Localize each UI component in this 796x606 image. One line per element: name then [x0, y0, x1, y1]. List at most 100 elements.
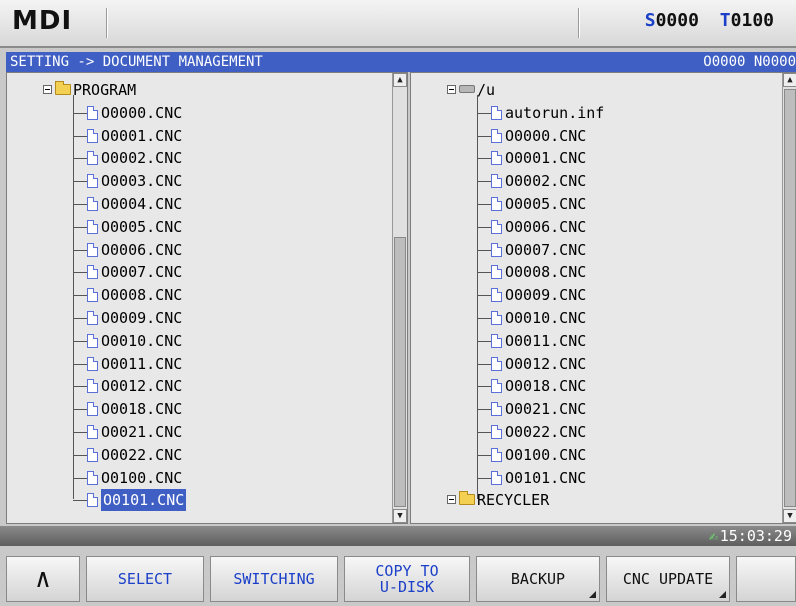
file-item[interactable]: O0021.CNC [7, 421, 367, 443]
file-item[interactable]: O0007.CNC [7, 261, 367, 283]
file-item[interactable]: O0018.CNC [7, 398, 367, 420]
tool-prefix: T [719, 10, 731, 31]
program-number: O0000 N0000 [703, 54, 796, 70]
scroll-thumb[interactable] [784, 89, 796, 507]
blank-softkey[interactable] [736, 556, 796, 602]
udisk-file-tree[interactable]: /u autorun.inf O0000.CNC O0001.CNC O0002.CNC… [410, 72, 796, 524]
file-name: O0022.CNC [505, 423, 587, 441]
tree-root[interactable]: PROGRAM [7, 79, 367, 101]
file-icon [87, 425, 98, 439]
file-name: autorun.inf [505, 103, 605, 122]
file-item[interactable]: O0010.CNC [411, 307, 771, 329]
file-item[interactable]: O0009.CNC [7, 307, 367, 329]
file-item[interactable]: O0018.CNC [411, 375, 771, 397]
tree-branch [73, 318, 87, 319]
file-item[interactable]: O0101.CNC [411, 467, 771, 489]
file-icon [87, 242, 98, 257]
tree-branch [73, 363, 87, 365]
file-icon [491, 197, 502, 211]
file-item[interactable]: O0012.CNC [411, 353, 771, 375]
file-icon [491, 379, 502, 394]
file-item[interactable]: O0022.CNC [7, 444, 367, 466]
file-item[interactable]: O0100.CNC [411, 444, 771, 466]
collapse-toggle-icon[interactable] [447, 85, 456, 94]
backup-softkey[interactable]: BACKUP [476, 556, 600, 602]
tree-branch [73, 204, 87, 205]
return-softkey[interactable]: ∧ [6, 556, 80, 602]
file-item[interactable]: O0021.CNC [411, 398, 771, 420]
file-item[interactable]: O0012.CNC [7, 375, 367, 397]
cnc-update-softkey[interactable]: CNC UPDATE [606, 556, 730, 602]
file-item[interactable]: O0004.CNC [7, 193, 367, 215]
file-item[interactable]: O0009.CNC [411, 284, 771, 306]
scroll-thumb[interactable] [394, 237, 406, 507]
file-name: O0006.CNC [505, 217, 587, 236]
file-icon [87, 402, 98, 417]
file-item[interactable]: O0010.CNC [7, 330, 367, 352]
file-item[interactable]: autorun.inf [411, 102, 771, 124]
file-item[interactable]: O0006.CNC [7, 239, 367, 261]
file-icon [87, 265, 98, 280]
file-item[interactable]: O0011.CNC [411, 330, 771, 352]
tree-branch [477, 318, 491, 319]
cnc-file-tree[interactable]: PROGRAM O0000.CNC O0001.CNC O0002.CNC O0003.… [6, 72, 408, 524]
clock-time: 15:03:29 [719, 527, 792, 545]
file-icon [491, 242, 502, 257]
file-item[interactable]: O0001.CNC [411, 147, 771, 169]
file-name: O0008.CNC [101, 286, 183, 305]
file-item[interactable]: O0000.CNC [411, 125, 771, 147]
tree-branch [73, 386, 87, 388]
file-item[interactable]: O0005.CNC [7, 216, 367, 238]
select-softkey[interactable]: SELECT [86, 556, 204, 602]
tree-branch [477, 158, 491, 160]
file-name: O0010.CNC [505, 309, 587, 327]
file-name: O0012.CNC [101, 377, 183, 396]
copy-to-udisk-softkey[interactable]: COPY TO U-DISK [344, 556, 470, 602]
file-name: O0100.CNC [101, 468, 183, 487]
tree-branch [73, 409, 87, 411]
file-item[interactable]: O0002.CNC [411, 170, 771, 192]
file-icon [491, 402, 502, 417]
file-item[interactable]: O0008.CNC [7, 284, 367, 306]
file-icon [491, 311, 502, 325]
file-item[interactable]: O0011.CNC [7, 353, 367, 375]
file-icon [87, 379, 98, 394]
folder-icon [459, 491, 475, 506]
file-item[interactable]: O0002.CNC [7, 147, 367, 169]
file-item[interactable]: O0000.CNC [7, 102, 367, 124]
file-name: O0009.CNC [505, 286, 587, 305]
scroll-down-button[interactable]: ▼ [783, 509, 796, 523]
file-name: O0018.CNC [101, 400, 183, 419]
file-name: O0004.CNC [101, 195, 183, 213]
folder-item[interactable]: RECYCLER [411, 489, 771, 511]
file-item[interactable]: O0008.CNC [411, 261, 771, 283]
tree-branch [477, 249, 491, 251]
tree-branch [73, 112, 87, 114]
file-item[interactable]: O0101.CNC [7, 489, 367, 512]
tree-root[interactable]: /u [411, 79, 771, 101]
file-name: O0007.CNC [505, 240, 587, 259]
collapse-toggle-icon[interactable] [43, 85, 52, 94]
file-item[interactable]: O0007.CNC [411, 239, 771, 261]
file-name: O0021.CNC [101, 423, 183, 441]
file-icon [491, 470, 502, 485]
tree-branch [73, 249, 87, 251]
file-item[interactable]: O0003.CNC [7, 170, 367, 192]
vertical-scrollbar[interactable]: ▲ ▼ [392, 73, 407, 523]
scroll-up-button[interactable]: ▲ [393, 73, 407, 87]
tree-branch [73, 340, 87, 342]
expand-toggle-icon[interactable] [447, 495, 456, 505]
scroll-down-button[interactable]: ▼ [393, 509, 407, 523]
file-item[interactable]: O0022.CNC [411, 421, 771, 443]
file-item[interactable]: O0001.CNC [7, 125, 367, 147]
file-icon [87, 128, 98, 143]
switching-softkey[interactable]: SWITCHING [210, 556, 338, 602]
scroll-up-button[interactable]: ▲ [783, 73, 796, 87]
file-item[interactable]: O0005.CNC [411, 193, 771, 215]
vertical-scrollbar[interactable]: ▲ ▼ [782, 73, 796, 523]
file-name: O0011.CNC [101, 354, 183, 373]
file-item[interactable]: O0006.CNC [411, 216, 771, 238]
screen-path: SETTING -> DOCUMENT MANAGEMENT [10, 54, 263, 70]
file-item[interactable]: O0100.CNC [7, 467, 367, 489]
file-name: O0001.CNC [505, 149, 587, 168]
